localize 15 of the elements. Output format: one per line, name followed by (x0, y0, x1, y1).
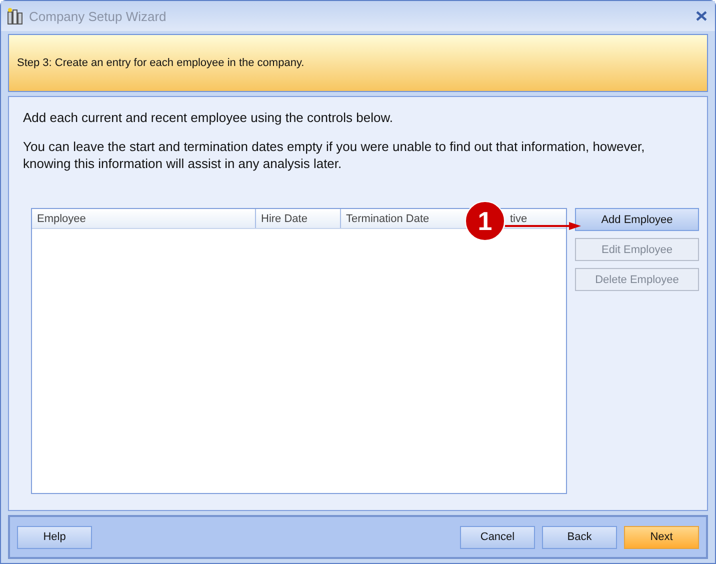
window-title: Company Setup Wizard (29, 8, 168, 24)
wizard-button[interactable]: Back (542, 526, 617, 548)
close-icon[interactable] (696, 11, 707, 21)
column-header[interactable]: Employee (32, 209, 256, 228)
instruction-text: Add each current and recent employee using the controls below. (23, 109, 394, 126)
app-icon (7, 7, 23, 25)
column-header[interactable]: Hire Date (256, 209, 341, 228)
help-button[interactable]: Help (17, 526, 92, 548)
column-header[interactable]: tive (507, 209, 532, 228)
wizard-button[interactable]: Cancel (460, 526, 535, 548)
column-header[interactable]: Termination Date (341, 209, 461, 228)
wizard-button[interactable]: Next (624, 526, 699, 548)
employee-button[interactable]: Add Employee (575, 208, 699, 231)
instruction-text: You can leave the start and termination dates empty if you were unable to find out that information, however, knowing this information will assist in any analysis later. (23, 138, 646, 172)
step-text: Step 3: Create an entry for each employee in the company. (17, 57, 304, 69)
